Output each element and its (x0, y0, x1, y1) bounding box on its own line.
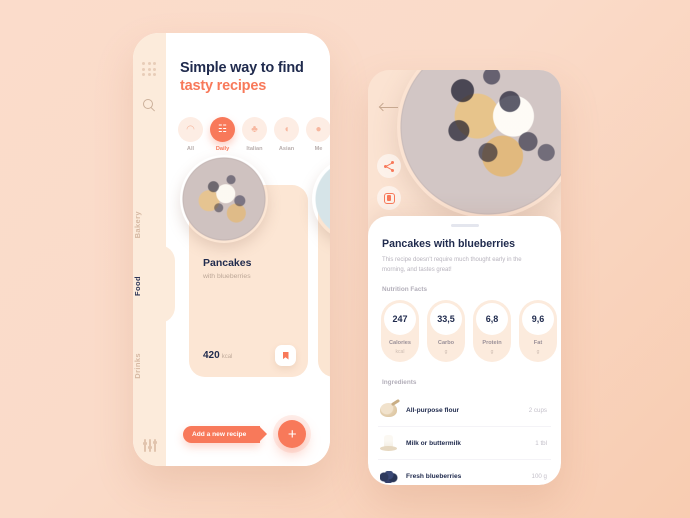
ingredient-name: Fresh blueberries (406, 473, 462, 480)
recipe-detail-sheet: Pancakes with blueberries This recipe do… (368, 216, 561, 485)
share-icon (383, 160, 395, 172)
nutrition-unit: kcal (395, 349, 405, 355)
recipe-calories-unit: kcal (221, 354, 233, 360)
add-fab-button[interactable]: + (278, 420, 307, 448)
category-icon-italian: ♣ (242, 117, 267, 142)
back-arrow-icon[interactable] (378, 102, 398, 112)
recipe-calories: 420 kcal (203, 350, 232, 361)
left-main-panel: Simple way to find tasty recipes ◠ All ☷… (166, 33, 330, 466)
category-icon-more: ● (306, 117, 330, 142)
ingredient-quantity: 100 g (531, 473, 547, 480)
list-item[interactable]: All-purpose flour 2 cups (378, 394, 551, 427)
category-tab-asian[interactable]: ◖ Asian (274, 117, 299, 152)
blueberries-icon (378, 469, 400, 485)
nutrition-value: 6,8 (476, 303, 508, 335)
sidebar-item-bakery[interactable]: Bakery (133, 211, 166, 238)
nutrition-value: 247 (384, 303, 416, 335)
nutrition-name: Fat (533, 340, 543, 346)
nutrition-unit: g (444, 349, 448, 355)
add-new-recipe-button[interactable]: Add a new recipe (183, 425, 268, 443)
headline-line-2: tasty recipes (180, 78, 267, 95)
recipe-photo (312, 157, 330, 241)
nutrition-item-protein: 6,8 Protein g (473, 300, 511, 362)
nutrition-facts-list: 247 Calories kcal 33,5 Carbo g 6,8 Prote… (381, 300, 557, 362)
app-mockup-stage: Bakery Food Drinks Simple way to find ta… (0, 0, 690, 518)
filter-sliders-icon[interactable] (142, 439, 157, 452)
nutrition-facts-label: Nutrition Facts (382, 286, 428, 293)
ingredient-quantity: 1 tbl (535, 439, 547, 447)
recipe-description: This recipe doesn't require much thought… (382, 257, 522, 273)
recipe-subtitle: with blueberries (203, 273, 251, 280)
share-button[interactable] (377, 154, 401, 178)
add-recipe-row: Add a new recipe + (183, 420, 307, 448)
recipe-hero-area (368, 70, 561, 230)
list-item[interactable]: Milk or buttermilk 1 tbl (378, 427, 551, 460)
sidebar-item-food[interactable]: Food (133, 276, 166, 296)
recipe-title: Pancakes (203, 257, 252, 269)
ingredient-name: Milk or buttermilk (406, 439, 461, 447)
save-bookmark-icon (383, 192, 395, 204)
nutrition-name: Calories (388, 340, 412, 346)
nutrition-unit: g (490, 349, 494, 355)
phone-right-screen: Pancakes with blueberries This recipe do… (368, 70, 561, 485)
recipe-card[interactable]: Pancakes with blueberries 420 kcal (180, 155, 308, 377)
sidebar-item-drinks[interactable]: Drinks (133, 353, 166, 379)
ingredients-list: All-purpose flour 2 cups Milk or butterm… (378, 394, 551, 485)
recipe-photo (180, 155, 268, 243)
bookmark-icon (282, 351, 289, 360)
ingredients-label: Ingredients (382, 379, 417, 386)
nutrition-item-fat: 9,6 Fat g (519, 300, 557, 362)
bookmark-button[interactable] (275, 345, 296, 366)
page-title: Simple way to find tasty recipes (180, 59, 330, 96)
save-button[interactable] (377, 186, 401, 210)
nutrition-value: 33,5 (430, 303, 462, 335)
milk-bottle-icon (378, 435, 400, 451)
headline-line-1: Simple way to find (180, 60, 304, 76)
recipe-hero-photo (397, 70, 561, 218)
nutrition-name: Protein (482, 340, 502, 346)
category-icon-all: ◠ (178, 117, 203, 142)
category-tab-daily[interactable]: ☷ Daily (210, 117, 235, 152)
category-tab-all[interactable]: ◠ All (178, 117, 203, 152)
recipe-card-carousel[interactable]: Pancakes with blueberries 420 kcal (166, 151, 330, 401)
ingredient-quantity: 2 cups (528, 406, 547, 414)
search-icon[interactable] (143, 99, 157, 113)
active-indicator-dot (155, 291, 159, 295)
left-sidebar: Bakery Food Drinks (133, 33, 175, 466)
nutrition-name: Carbo (437, 340, 455, 346)
category-icon-daily: ☷ (210, 117, 235, 142)
category-filter-bar: ◠ All ☷ Daily ♣ Italian ◖ Asian ● Me (178, 117, 330, 152)
nutrition-item-calories: 247 Calories kcal (381, 300, 419, 362)
nutrition-item-carbo: 33,5 Carbo g (427, 300, 465, 362)
flour-icon (378, 402, 400, 418)
nutrition-unit: g (536, 349, 540, 355)
nutrition-value: 9,6 (522, 303, 554, 335)
recipe-calories-value: 420 (203, 350, 220, 361)
drag-handle[interactable] (450, 224, 479, 227)
ingredient-name: All-purpose flour (406, 406, 460, 414)
recipe-detail-title: Pancakes with blueberries (382, 238, 516, 250)
grid-dots-icon[interactable] (142, 62, 157, 77)
category-tab-italian[interactable]: ♣ Italian (242, 117, 267, 152)
phone-left-screen: Bakery Food Drinks Simple way to find ta… (133, 33, 330, 466)
category-tab-more[interactable]: ● Me (306, 117, 330, 152)
category-icon-asian: ◖ (274, 117, 299, 142)
recipe-card[interactable] (312, 157, 330, 377)
list-item[interactable]: Fresh blueberries 100 g (378, 460, 551, 485)
